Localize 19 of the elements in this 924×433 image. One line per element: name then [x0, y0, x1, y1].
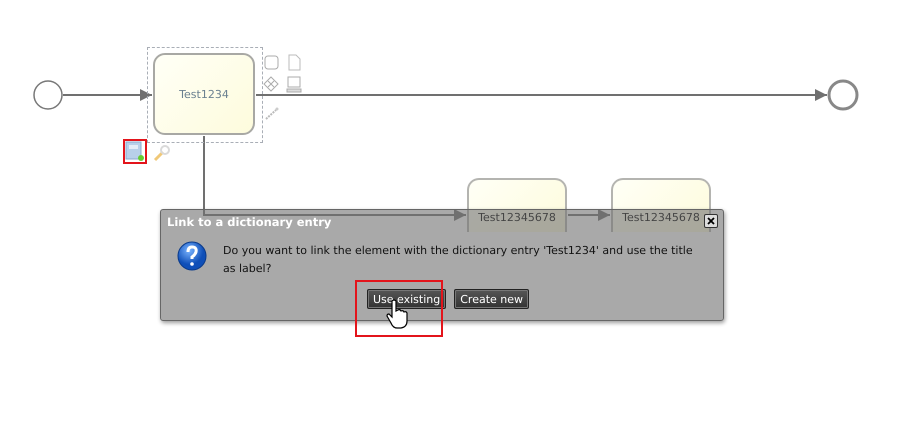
sequence-flow	[568, 209, 610, 221]
close-button[interactable]	[704, 214, 718, 228]
end-event	[828, 80, 858, 110]
monitor-icon[interactable]	[286, 76, 302, 92]
task-node[interactable]: Test1234	[153, 53, 255, 135]
question-icon	[177, 241, 207, 271]
wand-icon[interactable]	[265, 108, 278, 120]
task-node[interactable]: Test12345678	[467, 178, 567, 232]
task-node[interactable]: Test12345678	[611, 178, 711, 232]
task-shape-icon[interactable]	[264, 56, 278, 70]
dictionary-icon[interactable]	[126, 142, 144, 161]
dialog-title: Link to a dictionary entry	[167, 215, 332, 229]
start-event	[33, 80, 63, 110]
dialog-button[interactable]: Use existing	[367, 289, 446, 309]
highlight-frame	[123, 139, 147, 164]
document-icon[interactable]	[288, 54, 300, 70]
dialog-button[interactable]: Create new	[454, 289, 530, 309]
gateway-icon[interactable]	[263, 76, 279, 92]
dialog-message: Do you want to link the element with the dictionary entry 'Test1234' and use the title as label?	[223, 243, 694, 277]
